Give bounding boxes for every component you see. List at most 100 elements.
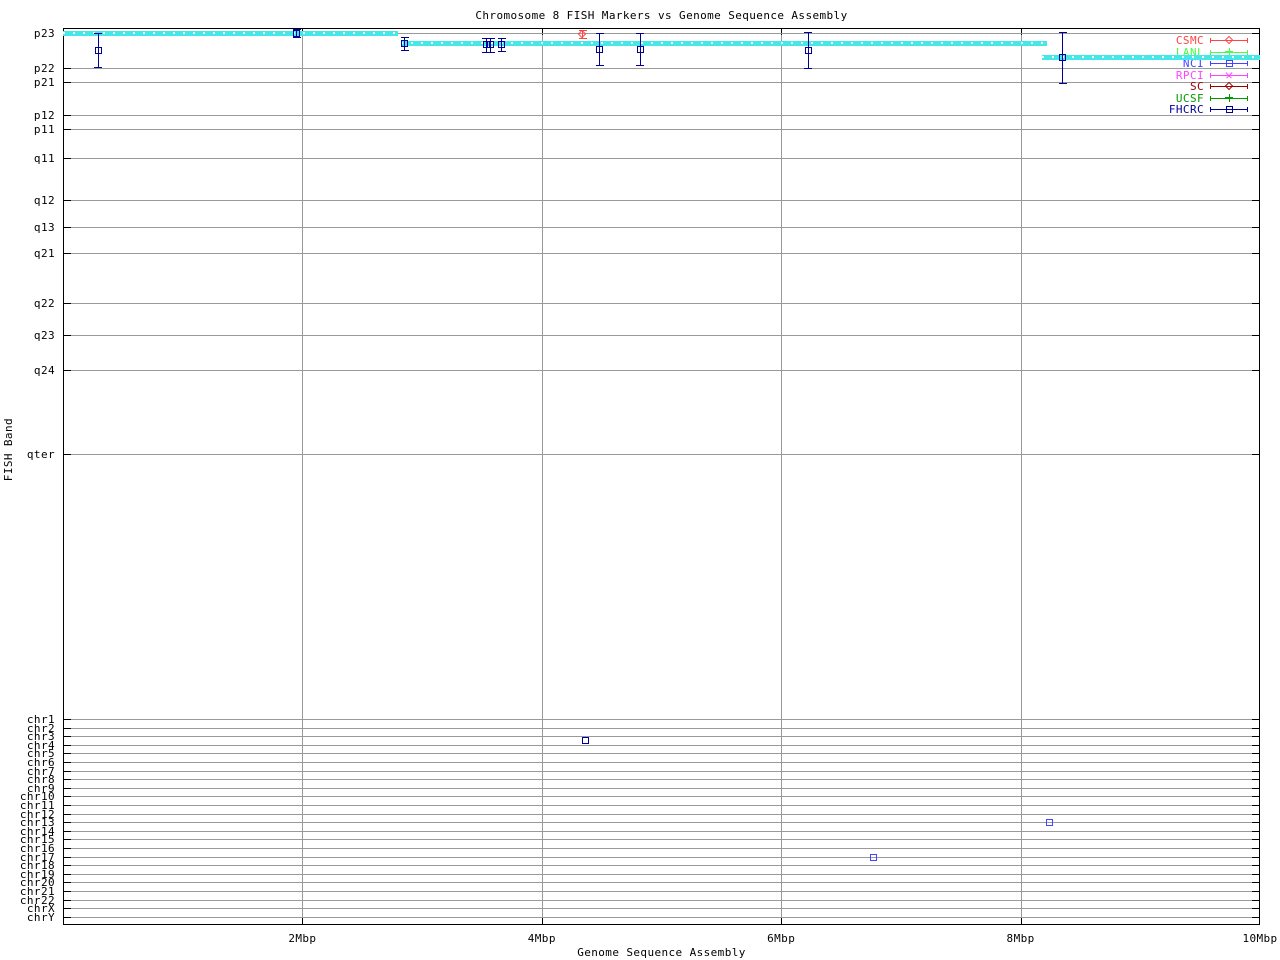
h-gridline: [64, 900, 1259, 901]
y-axis-tick-right: [1252, 891, 1259, 892]
marker-fhcrc: [293, 30, 301, 37]
y-axis-tick-right: [1252, 227, 1259, 228]
y-axis-tick-right: [1252, 779, 1259, 780]
y-axis-tick-right: [1252, 900, 1259, 901]
y-axis-tick-right: [1252, 865, 1259, 866]
legend-sample-cap: [1210, 107, 1211, 112]
y-axis-tick-right: [1252, 857, 1259, 858]
error-bar-cap: [94, 33, 103, 34]
y-axis-tick-left: [64, 908, 71, 909]
h-gridline: [64, 796, 1259, 797]
h-gridline: [64, 129, 1259, 130]
legend-sample-cap: [1247, 72, 1248, 78]
marker-fhcrc: [804, 47, 812, 54]
x-axis-title: Genome Sequence Assembly: [577, 946, 746, 959]
marker-fhcrc: [401, 40, 409, 47]
h-gridline: [64, 839, 1259, 840]
y-tick-label: p12: [33, 109, 55, 122]
y-axis-tick-right: [1252, 68, 1259, 69]
y-axis-tick-right: [1252, 454, 1259, 455]
h-gridline: [64, 728, 1259, 729]
error-bar-cap: [486, 38, 495, 39]
marker-fhcrc: [596, 46, 604, 53]
h-gridline: [64, 814, 1259, 815]
marker-fhcrc: [94, 47, 102, 54]
y-axis-tick-left: [64, 68, 71, 69]
h-gridline: [64, 158, 1259, 159]
legend-sample-cap: [1247, 107, 1248, 112]
y-axis-tick-left: [64, 822, 71, 823]
y-axis-tick-left: [64, 115, 71, 116]
y-tick-label: q23: [33, 329, 55, 342]
error-bar-cap: [636, 33, 645, 34]
y-axis-tick-left: [64, 771, 71, 772]
h-gridline: [64, 908, 1259, 909]
y-axis-tick-left: [64, 900, 71, 901]
plot-border: [63, 28, 1260, 925]
x-tick-label: 4Mbp: [527, 932, 556, 945]
y-axis-tick-right: [1252, 303, 1259, 304]
legend-label-ucsf: UCSF: [1175, 91, 1204, 105]
h-gridline: [64, 200, 1259, 201]
y-axis-tick-right: [1252, 728, 1259, 729]
h-gridline: [64, 454, 1259, 455]
legend-sample-cap: [1210, 61, 1211, 66]
y-axis-tick-left: [64, 253, 71, 254]
h-gridline: [64, 335, 1259, 336]
h-gridline: [64, 68, 1259, 69]
y-axis-tick-right: [1252, 82, 1259, 83]
y-axis-tick-left: [64, 917, 71, 918]
error-bar-cap: [636, 65, 645, 66]
y-axis-tick-left: [64, 227, 71, 228]
v-gridline: [781, 29, 783, 924]
h-gridline: [64, 370, 1259, 371]
legend-sample-cap: [1210, 95, 1211, 101]
h-gridline: [64, 762, 1259, 763]
x-tick-label: 8Mbp: [1006, 932, 1035, 945]
error-bar-cap: [94, 67, 103, 68]
y-axis-tick-left: [64, 753, 71, 754]
x-axis-tick-top: [781, 29, 783, 35]
x-axis-tick-bottom: [302, 918, 304, 924]
y-axis-tick-left: [64, 874, 71, 875]
v-gridline: [302, 29, 304, 924]
y-axis-tick-right: [1252, 33, 1259, 34]
marker-fhcrc: [581, 737, 589, 744]
h-gridline: [64, 779, 1259, 780]
y-axis-tick-right: [1252, 370, 1259, 371]
h-gridline: [64, 82, 1259, 83]
chart-title: Chromosome 8 FISH Markers vs Genome Sequ…: [475, 9, 848, 22]
h-gridline: [64, 788, 1259, 789]
error-bar-cap: [292, 37, 301, 38]
h-gridline: [64, 227, 1259, 228]
x-axis-tick-top: [541, 29, 543, 35]
y-axis-tick-right: [1252, 158, 1259, 159]
y-axis-tick-right: [1252, 253, 1259, 254]
legend-label-csmc: CSMC: [1175, 34, 1204, 47]
y-axis-tick-left: [64, 788, 71, 789]
x-tick-label: 2Mbp: [288, 932, 317, 945]
y-axis-tick-left: [64, 882, 71, 883]
marker-nci: [1046, 819, 1054, 826]
y-axis-tick-right: [1252, 805, 1259, 806]
legend-marker-ucsf-stroke: [1228, 93, 1230, 102]
y-tick-label: p11: [33, 123, 55, 136]
error-bar-cap: [804, 32, 813, 33]
y-axis-tick-right: [1252, 200, 1259, 201]
h-gridline: [64, 917, 1259, 918]
y-axis-tick-left: [64, 831, 71, 832]
y-axis-tick-left: [64, 454, 71, 455]
y-tick-label: p23: [33, 27, 55, 40]
h-gridline: [64, 831, 1259, 832]
y-axis-tick-right: [1252, 335, 1259, 336]
y-axis-tick-right: [1252, 822, 1259, 823]
legend-sample-cap: [1210, 49, 1211, 55]
y-axis-tick-left: [64, 857, 71, 858]
y-axis-tick-right: [1252, 115, 1259, 116]
error-bar-cap: [1058, 32, 1067, 33]
h-gridline: [64, 848, 1259, 849]
y-axis-tick-left: [64, 865, 71, 866]
h-gridline: [64, 753, 1259, 754]
legend-sample-cap: [1247, 95, 1248, 101]
y-tick-label: q13: [33, 221, 55, 234]
